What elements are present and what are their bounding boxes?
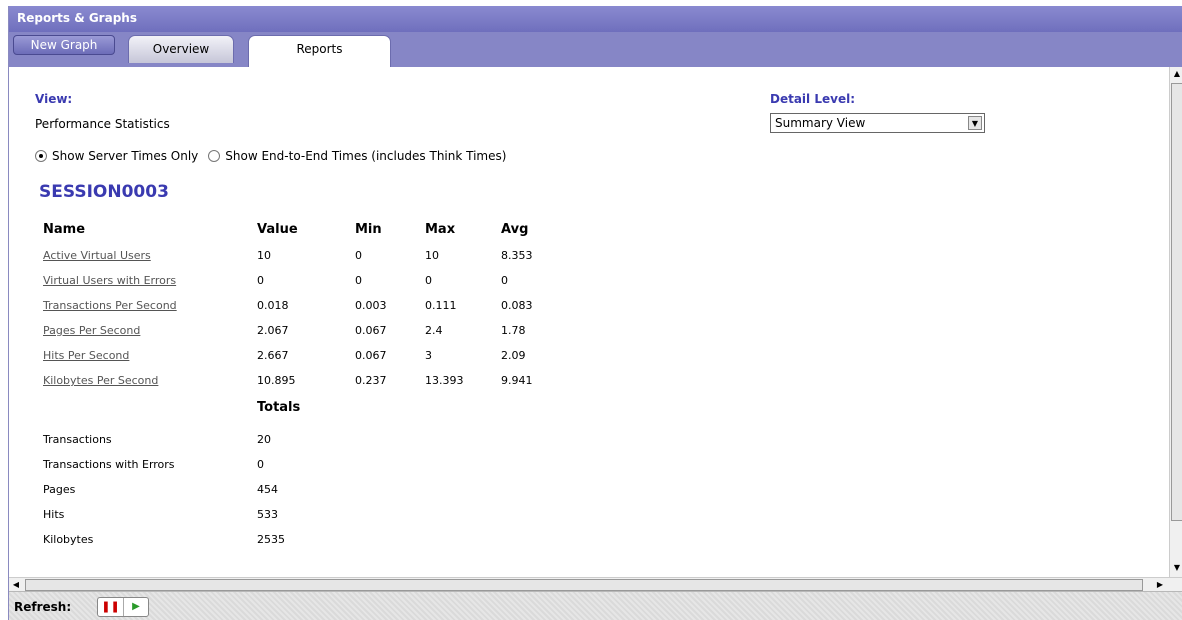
triangle-down-icon[interactable]: ▼ xyxy=(1170,561,1182,575)
play-icon[interactable]: ▶ xyxy=(124,598,148,616)
stat-link-transactions-per-second[interactable]: Transactions Per Second xyxy=(43,299,177,312)
tab-overview[interactable]: Overview xyxy=(128,35,234,63)
total-value: 0 xyxy=(257,458,264,471)
stat-value: 2.067 xyxy=(257,324,289,337)
total-name: Pages xyxy=(43,483,76,496)
stat-value: 2.667 xyxy=(257,349,289,362)
total-name: Kilobytes xyxy=(43,533,94,546)
col-header-max: Max xyxy=(425,222,456,237)
vertical-scroll-thumb[interactable] xyxy=(1171,83,1182,521)
triangle-up-icon[interactable]: ▲ xyxy=(1170,67,1182,81)
triangle-left-icon[interactable]: ◀ xyxy=(9,578,23,592)
total-value: 533 xyxy=(257,508,278,521)
new-graph-button[interactable]: New Graph xyxy=(13,35,115,55)
end-to-end-times-radio[interactable] xyxy=(208,150,221,162)
detail-level-select[interactable]: Summary View ▼ xyxy=(770,113,985,133)
detail-level-label: Detail Level: xyxy=(770,92,855,106)
refresh-bar: Refresh: ❚❚ ▶ xyxy=(9,591,1182,620)
triangle-right-icon[interactable]: ▶ xyxy=(1153,578,1167,592)
stat-max: 0.111 xyxy=(425,299,457,312)
stat-min: 0.237 xyxy=(355,374,387,387)
total-name: Hits xyxy=(43,508,65,521)
pause-icon[interactable]: ❚❚ xyxy=(98,598,124,616)
stat-avg: 9.941 xyxy=(501,374,533,387)
stat-link-active-virtual-users[interactable]: Active Virtual Users xyxy=(43,249,151,262)
reports-content: View: Performance Statistics Show Server… xyxy=(9,67,1169,577)
total-name: Transactions with Errors xyxy=(43,458,175,471)
tab-bar: New Graph Overview Reports xyxy=(9,32,1182,67)
stat-max: 13.393 xyxy=(425,374,464,387)
stat-min: 0 xyxy=(355,274,362,287)
stat-link-pages-per-second[interactable]: Pages Per Second xyxy=(43,324,140,337)
server-times-label[interactable]: Show Server Times Only xyxy=(52,149,198,163)
view-value: Performance Statistics xyxy=(35,117,170,131)
window-title: Reports & Graphs xyxy=(9,6,1182,32)
detail-level-value: Summary View xyxy=(775,116,866,130)
stat-value: 0 xyxy=(257,274,264,287)
stat-min: 0.003 xyxy=(355,299,387,312)
vertical-scrollbar[interactable]: ▲ ▼ xyxy=(1169,67,1182,577)
tab-reports[interactable]: Reports xyxy=(248,35,391,67)
server-times-radio[interactable] xyxy=(35,150,47,162)
stat-avg: 0 xyxy=(501,274,508,287)
col-header-min: Min xyxy=(355,222,382,237)
session-title: SESSION0003 xyxy=(39,182,169,202)
reports-graphs-window: Reports & Graphs New Graph Overview Repo… xyxy=(8,6,1182,620)
stat-max: 0 xyxy=(425,274,432,287)
stat-max: 2.4 xyxy=(425,324,443,337)
stat-max: 3 xyxy=(425,349,432,362)
stat-value: 10.895 xyxy=(257,374,296,387)
horizontal-scroll-thumb[interactable] xyxy=(25,579,1143,591)
stat-min: 0 xyxy=(355,249,362,262)
totals-header: Totals xyxy=(257,400,301,415)
stat-max: 10 xyxy=(425,249,439,262)
stat-min: 0.067 xyxy=(355,349,387,362)
stat-value: 0.018 xyxy=(257,299,289,312)
refresh-label: Refresh: xyxy=(14,600,72,614)
view-label: View: xyxy=(35,92,73,106)
total-value: 454 xyxy=(257,483,278,496)
total-value: 20 xyxy=(257,433,271,446)
stat-avg: 8.353 xyxy=(501,249,533,262)
time-mode-radio-group: Show Server Times Only Show End-to-End T… xyxy=(35,149,506,163)
chevron-down-icon[interactable]: ▼ xyxy=(968,116,982,130)
col-header-avg: Avg xyxy=(501,222,529,237)
col-header-name: Name xyxy=(43,222,86,237)
horizontal-scrollbar[interactable]: ◀ ▶ xyxy=(9,577,1182,591)
stat-value: 10 xyxy=(257,249,271,262)
stat-avg: 0.083 xyxy=(501,299,533,312)
stat-link-hits-per-second[interactable]: Hits Per Second xyxy=(43,349,129,362)
stat-avg: 2.09 xyxy=(501,349,526,362)
total-value: 2535 xyxy=(257,533,285,546)
end-to-end-times-label[interactable]: Show End-to-End Times (includes Think Ti… xyxy=(225,149,506,163)
total-name: Transactions xyxy=(43,433,112,446)
stat-avg: 1.78 xyxy=(501,324,526,337)
stat-link-kilobytes-per-second[interactable]: Kilobytes Per Second xyxy=(43,374,158,387)
stat-link-virtual-users-with-errors[interactable]: Virtual Users with Errors xyxy=(43,274,176,287)
col-header-value: Value xyxy=(257,222,298,237)
stat-min: 0.067 xyxy=(355,324,387,337)
refresh-controls: ❚❚ ▶ xyxy=(97,597,149,617)
